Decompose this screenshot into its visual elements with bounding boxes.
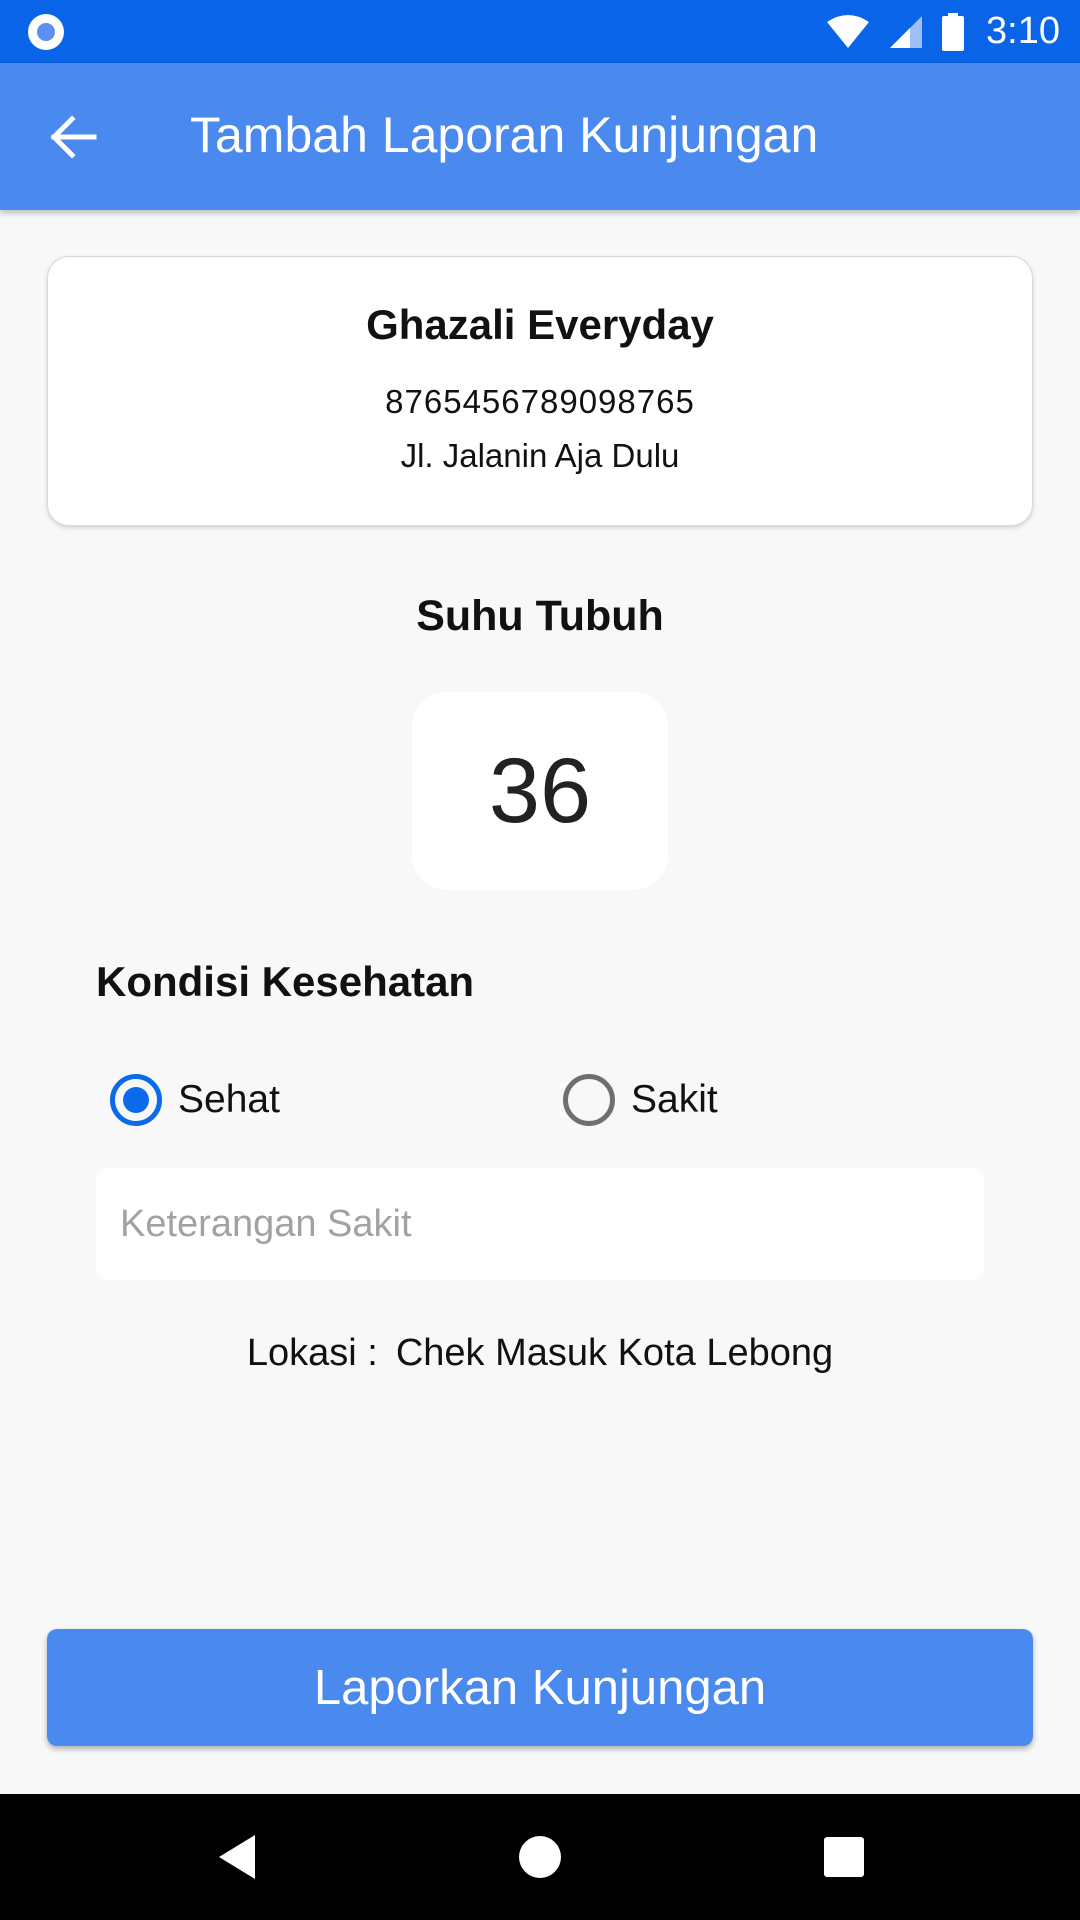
navigation-bar [0,1794,1080,1920]
radio-unchecked-icon[interactable] [563,1074,615,1126]
location-label: Lokasi : [246,1332,378,1374]
status-time: 3:10 [986,10,1060,52]
nav-home-button[interactable] [505,1822,575,1892]
nav-recents-button[interactable] [809,1822,879,1892]
radio-checked-icon[interactable] [110,1074,162,1126]
nav-back-icon [219,1835,255,1879]
location-value: Chek Masuk Kota Lebong [395,1332,834,1374]
signal-icon [890,15,923,48]
member-info-card: Ghazali Everyday 8765456789098765 Jl. Ja… [47,256,1033,526]
page-title: Tambah Laporan Kunjungan [190,107,819,163]
member-name: Ghazali Everyday [366,301,714,348]
battery-icon [942,12,965,51]
member-id-number: 8765456789098765 [385,383,695,420]
illness-notes-input[interactable] [96,1168,984,1280]
temperature-field[interactable]: 36 [412,692,668,890]
radio-sakit[interactable]: Sakit [563,1070,718,1130]
nav-home-icon [519,1836,561,1878]
member-address: Jl. Jalanin Aja Dulu [400,437,680,474]
arrow-back-icon [50,115,97,159]
nav-back-button[interactable] [202,1822,272,1892]
radio-sakit-label: Sakit [631,1078,718,1121]
submit-report-button[interactable]: Laporkan Kunjungan [47,1629,1033,1746]
temperature-label: Suhu Tubuh [416,592,664,640]
status-bar: 3:10 [0,0,1080,63]
back-button[interactable] [40,103,108,171]
notification-dot-icon [28,14,64,50]
status-icons: 3:10 [826,0,1060,63]
screen: 3:10 Tambah Laporan Kunjungan Ghazali Ev… [0,0,1080,1920]
app-bar: Tambah Laporan Kunjungan [0,63,1080,210]
health-condition-label: Kondisi Kesehatan [96,958,475,1005]
nav-recents-icon [824,1837,864,1877]
temperature-value: 36 [488,739,592,842]
radio-sehat[interactable]: Sehat [110,1070,280,1130]
location-row: Lokasi : Chek Masuk Kota Lebong [0,1332,1080,1375]
radio-sehat-label: Sehat [178,1078,280,1121]
wifi-icon [827,14,870,48]
